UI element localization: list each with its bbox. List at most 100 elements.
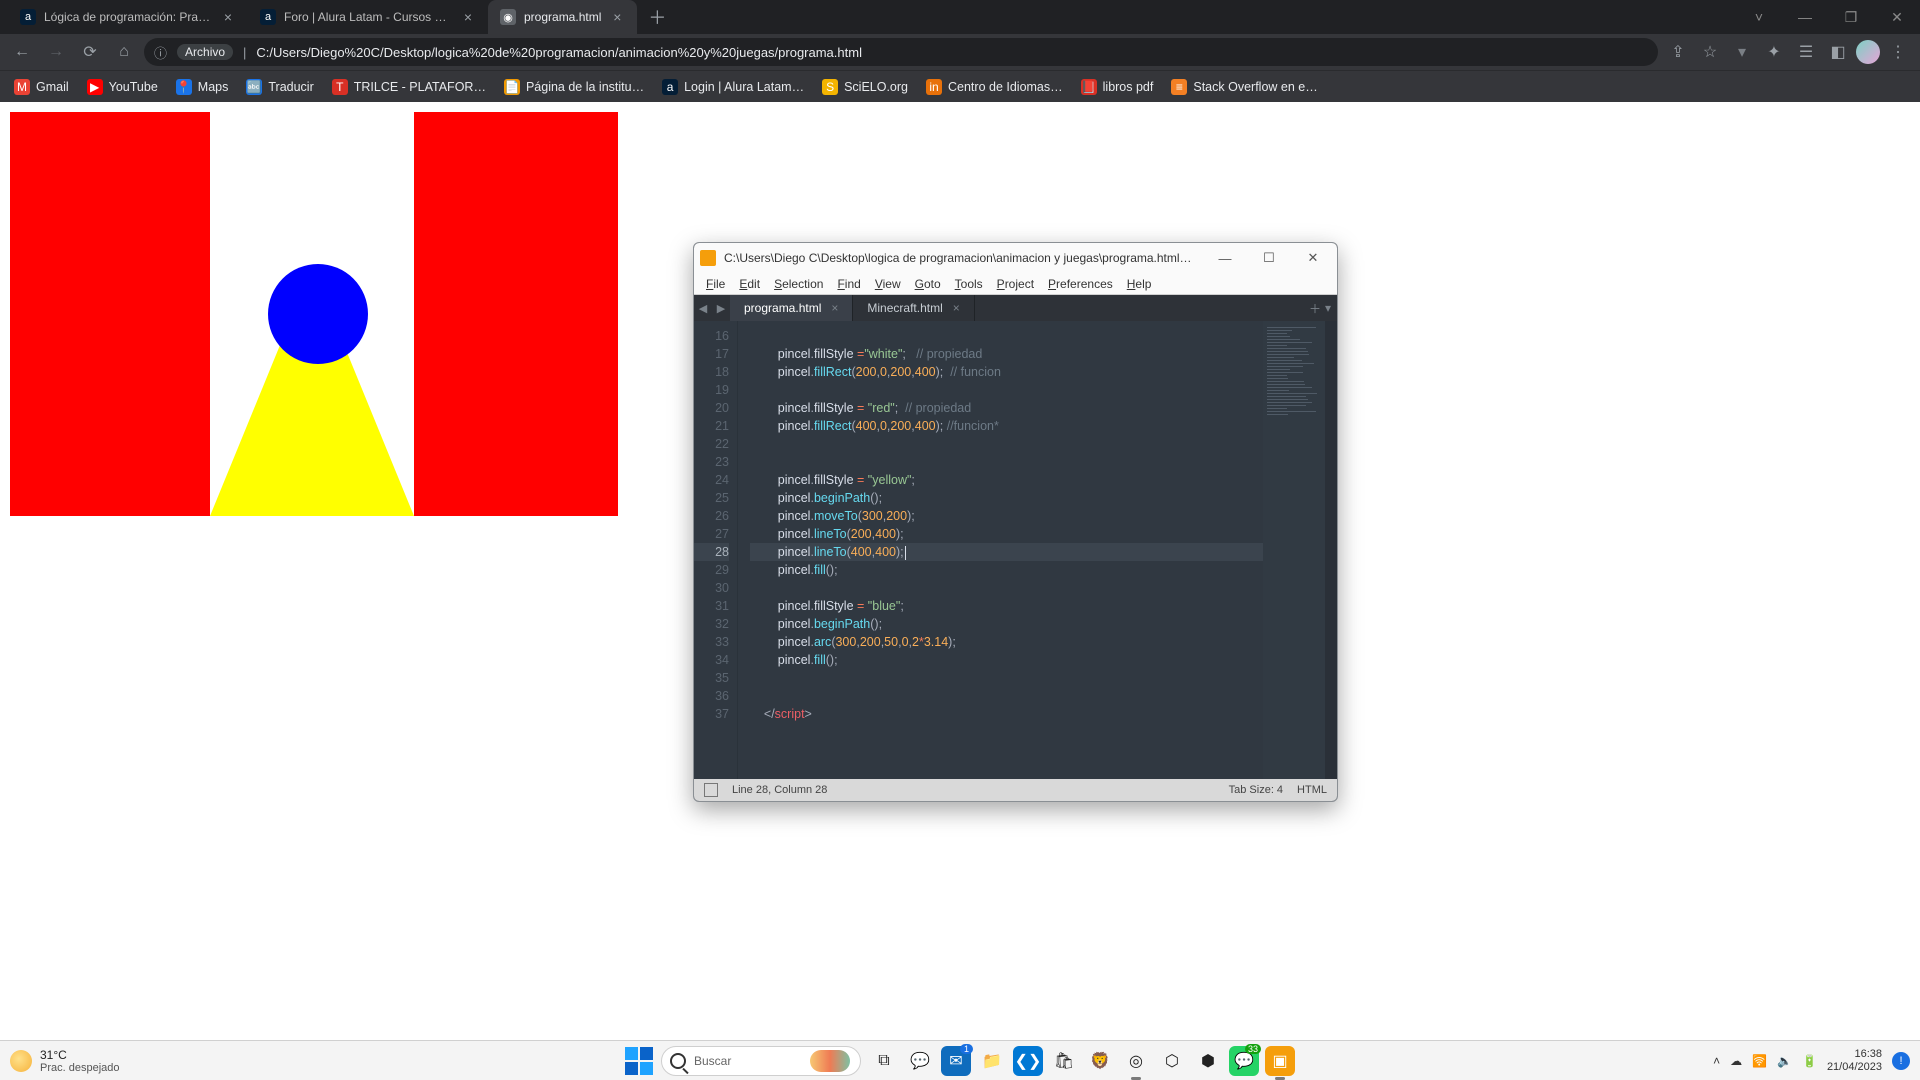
- gutter-line[interactable]: 21: [694, 417, 729, 435]
- system-tray[interactable]: ˄ ☁ 🛜 🔈 🔋 16:38 21/04/2023 !: [1713, 1048, 1910, 1074]
- forward-button[interactable]: →: [42, 38, 70, 66]
- menu-icon[interactable]: ⋮: [1884, 38, 1912, 66]
- sublime-menubar[interactable]: FileEditSelectionFindViewGotoToolsProjec…: [694, 273, 1337, 295]
- menu-file[interactable]: File: [700, 275, 731, 293]
- taskbar-whatsapp-icon[interactable]: 💬33: [1229, 1046, 1259, 1076]
- status-panel-icon[interactable]: [704, 783, 718, 797]
- gutter-line[interactable]: 20: [694, 399, 729, 417]
- site-info-icon[interactable]: ⓘ: [154, 43, 167, 62]
- menu-selection[interactable]: Selection: [768, 275, 829, 293]
- gutter-line[interactable]: 27: [694, 525, 729, 543]
- taskbar-vscode-icon[interactable]: ❮❯: [1013, 1046, 1043, 1076]
- code-line-33[interactable]: pincel.arc(300,200,50,0,2*3.14);: [750, 633, 1263, 651]
- code-line-18[interactable]: pincel.fillRect(200,0,200,400); // funci…: [750, 363, 1263, 381]
- browser-tab-1[interactable]: aForo | Alura Latam - Cursos onlin…×: [248, 0, 488, 34]
- minimize-icon[interactable]: —: [1782, 0, 1828, 34]
- menu-tools[interactable]: Tools: [949, 275, 989, 293]
- reading-list-icon[interactable]: ☰: [1792, 38, 1820, 66]
- menu-edit[interactable]: Edit: [733, 275, 766, 293]
- gutter-line[interactable]: 31: [694, 597, 729, 615]
- taskbar-cube-icon[interactable]: ⬢: [1193, 1046, 1223, 1076]
- taskbar-shield-icon[interactable]: ⬡: [1157, 1046, 1187, 1076]
- gutter-line[interactable]: 23: [694, 453, 729, 471]
- gutter-line[interactable]: 28: [694, 543, 729, 561]
- code-line-22[interactable]: [750, 435, 1263, 453]
- taskbar-chrome-icon[interactable]: ◎: [1121, 1046, 1151, 1076]
- editor-tab-1[interactable]: Minecraft.html×: [853, 295, 974, 321]
- menu-project[interactable]: Project: [991, 275, 1040, 293]
- menu-view[interactable]: View: [869, 275, 907, 293]
- sublime-maximize-icon[interactable]: ☐: [1251, 243, 1287, 273]
- sublime-window[interactable]: C:\Users\Diego C\Desktop\logica de progr…: [693, 242, 1338, 802]
- code-line-25[interactable]: pincel.beginPath();: [750, 489, 1263, 507]
- new-file-icon[interactable]: ＋: [1309, 300, 1321, 317]
- taskbar-brave-icon[interactable]: 🦁: [1085, 1046, 1115, 1076]
- gutter-line[interactable]: 22: [694, 435, 729, 453]
- code-line-37[interactable]: </script>: [750, 705, 1263, 723]
- code-line-27[interactable]: pincel.lineTo(200,400);: [750, 525, 1263, 543]
- gutter-line[interactable]: 33: [694, 633, 729, 651]
- sublime-close-icon[interactable]: ✕: [1295, 243, 1331, 273]
- profile-avatar[interactable]: [1856, 40, 1880, 64]
- code-line-34[interactable]: pincel.fill();: [750, 651, 1263, 669]
- code-line-17[interactable]: pincel.fillStyle ="white"; // propiedad: [750, 345, 1263, 363]
- code-line-21[interactable]: pincel.fillRect(400,0,200,400); //funcio…: [750, 417, 1263, 435]
- bookmark-3[interactable]: 🔤Traducir: [246, 79, 313, 95]
- chrome-down-icon[interactable]: ˅: [1736, 0, 1782, 34]
- bookmark-10[interactable]: ≡Stack Overflow en e…: [1171, 79, 1317, 95]
- tray-volume-icon[interactable]: 🔈: [1777, 1054, 1792, 1068]
- bookmark-7[interactable]: SSciELO.org: [822, 79, 908, 95]
- bookmark-8[interactable]: inCentro de Idiomas…: [926, 79, 1063, 95]
- bookmark-6[interactable]: aLogin | Alura Latam…: [662, 79, 804, 95]
- gutter-line[interactable]: 24: [694, 471, 729, 489]
- tab-close-icon[interactable]: ×: [460, 9, 476, 25]
- home-button[interactable]: ⌂: [110, 38, 138, 66]
- code-line-16[interactable]: [750, 327, 1263, 345]
- gutter-line[interactable]: 19: [694, 381, 729, 399]
- extension-icon[interactable]: ▾: [1728, 38, 1756, 66]
- editor-tab-close-icon[interactable]: ×: [953, 301, 960, 315]
- code-line-30[interactable]: [750, 579, 1263, 597]
- minimap[interactable]: [1263, 321, 1325, 779]
- code-line-31[interactable]: pincel.fillStyle = "blue";: [750, 597, 1263, 615]
- menu-preferences[interactable]: Preferences: [1042, 275, 1119, 293]
- side-panel-icon[interactable]: ◧: [1824, 38, 1852, 66]
- tray-battery-icon[interactable]: 🔋: [1802, 1054, 1817, 1068]
- tray-wifi-icon[interactable]: 🛜: [1752, 1054, 1767, 1068]
- menu-find[interactable]: Find: [831, 275, 866, 293]
- bookmark-5[interactable]: 📄Página de la institu…: [504, 79, 644, 95]
- browser-tab-0[interactable]: aLógica de programación: Practic…×: [8, 0, 248, 34]
- gutter-line[interactable]: 25: [694, 489, 729, 507]
- code-line-20[interactable]: pincel.fillStyle = "red"; // propiedad: [750, 399, 1263, 417]
- menu-goto[interactable]: Goto: [909, 275, 947, 293]
- code-line-32[interactable]: pincel.beginPath();: [750, 615, 1263, 633]
- gutter-line[interactable]: 17: [694, 345, 729, 363]
- status-position[interactable]: Line 28, Column 28: [732, 784, 827, 796]
- code-line-19[interactable]: [750, 381, 1263, 399]
- code-line-29[interactable]: pincel.fill();: [750, 561, 1263, 579]
- code-line-23[interactable]: [750, 453, 1263, 471]
- tray-onedrive-icon[interactable]: ☁: [1730, 1054, 1742, 1068]
- tab-next-icon[interactable]: ▶: [712, 295, 730, 321]
- gutter-line[interactable]: 35: [694, 669, 729, 687]
- taskbar-search[interactable]: Buscar: [661, 1046, 861, 1076]
- gutter-line[interactable]: 37: [694, 705, 729, 723]
- gutter-line[interactable]: 16: [694, 327, 729, 345]
- gutter-line[interactable]: 29: [694, 561, 729, 579]
- new-tab-button[interactable]: ＋: [643, 3, 671, 31]
- taskbar-mail-icon[interactable]: ✉1: [941, 1046, 971, 1076]
- address-bar[interactable]: ⓘ Archivo | C:/Users/Diego%20C/Desktop/l…: [144, 38, 1658, 66]
- code-area[interactable]: pincel.fillStyle ="white"; // propiedad …: [738, 321, 1263, 779]
- back-button[interactable]: ←: [8, 38, 36, 66]
- menu-help[interactable]: Help: [1121, 275, 1158, 293]
- start-button[interactable]: [625, 1047, 653, 1075]
- taskbar-explorer-icon[interactable]: 📁: [977, 1046, 1007, 1076]
- status-tabsize[interactable]: Tab Size: 4: [1229, 784, 1283, 796]
- close-icon[interactable]: ✕: [1874, 0, 1920, 34]
- gutter-line[interactable]: 34: [694, 651, 729, 669]
- gutter-line[interactable]: 36: [694, 687, 729, 705]
- editor-tab-0[interactable]: programa.html×: [730, 295, 853, 321]
- bookmark-2[interactable]: 📍Maps: [176, 79, 229, 95]
- code-line-24[interactable]: pincel.fillStyle = "yellow";: [750, 471, 1263, 489]
- line-gutter[interactable]: 1617181920212223242526272829303132333435…: [694, 321, 738, 779]
